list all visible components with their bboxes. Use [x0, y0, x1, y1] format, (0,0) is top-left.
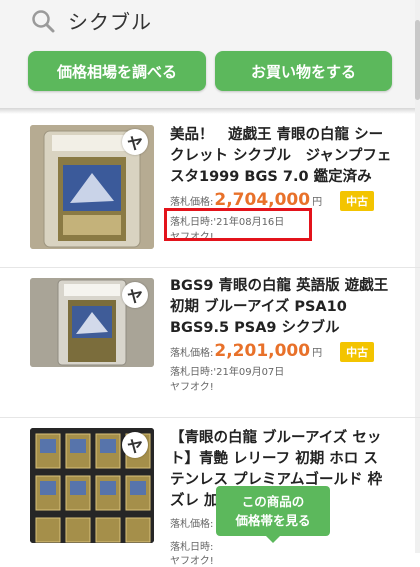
item-title[interactable]: 美品！ 遊戯王 青眼の白龍 シークレット シクブル ジャンプフェスタ1999 B… — [170, 125, 392, 188]
source-label: ヤフオク! — [170, 556, 214, 567]
tooltip-line1: この商品の — [241, 494, 305, 509]
yahoo-auction-icon[interactable]: ヤ — [122, 432, 148, 458]
price-row: 落札価格: — [170, 515, 213, 530]
tooltip-line2: 価格帯を見る — [235, 513, 311, 528]
search-icon — [32, 10, 55, 33]
shop-button[interactable]: お買い物をする — [215, 51, 392, 91]
header-shadow — [0, 108, 420, 114]
price-label: 落札価格: — [170, 197, 214, 208]
sold-date: 落札日時:'21年09月07日 — [170, 367, 285, 378]
price-unit: 円 — [312, 348, 323, 359]
condition-badge: 中古 — [340, 342, 375, 362]
price-range-tooltip-button[interactable]: この商品の 価格帯を見る — [216, 486, 330, 543]
sold-date: 落札日時: — [170, 542, 214, 553]
price-label: 落札価格: — [170, 519, 214, 530]
yahoo-auction-icon[interactable]: ヤ — [122, 282, 148, 308]
search-input[interactable]: シクブル — [68, 6, 152, 35]
condition-badge: 中古 — [340, 191, 375, 211]
list-item[interactable]: ヤ 【青眼の白龍 ブルーアイズ セット】青艶 レリーフ 初期 ホロ ステンレス … — [0, 417, 420, 567]
price-unit: 円 — [312, 197, 323, 208]
item-title[interactable]: BGS9 青眼の白龍 英語版 遊戯王 初期 ブルーアイズ PSA10 BGS9.… — [170, 276, 392, 339]
price-value: 2,201,000 — [214, 341, 311, 361]
header: シクブル 価格相場を調べる お買い物をする — [0, 0, 420, 108]
price-row: 落札価格: 2,201,000 円 中古 — [170, 341, 375, 362]
price-check-button[interactable]: 価格相場を調べる — [28, 51, 206, 91]
list-item[interactable]: ヤ BGS9 青眼の白龍 英語版 遊戯王 初期 ブルーアイズ PSA10 BGS… — [0, 267, 420, 418]
yahoo-auction-icon[interactable]: ヤ — [122, 129, 148, 155]
highlight-box — [164, 208, 312, 241]
price-label: 落札価格: — [170, 348, 214, 359]
list-item[interactable]: ヤ 美品！ 遊戯王 青眼の白龍 シークレット シクブル ジャンプフェスタ1999… — [0, 115, 420, 267]
price-value: 2,704,000 — [214, 190, 311, 210]
scrollbar-thumb[interactable] — [415, 20, 420, 100]
source-label: ヤフオク! — [170, 382, 214, 393]
